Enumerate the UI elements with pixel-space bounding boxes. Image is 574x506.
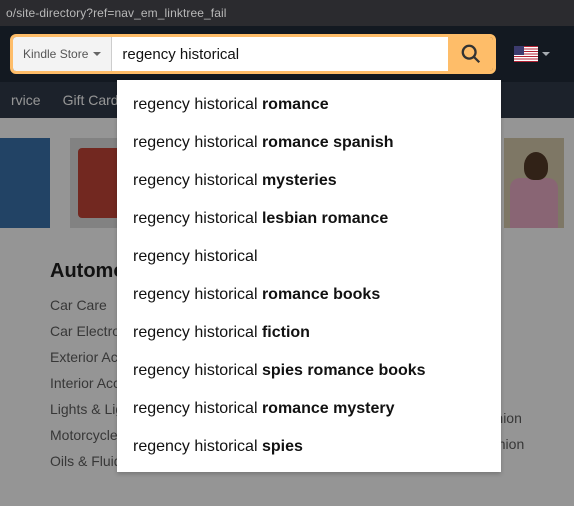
caret-down-icon: [542, 52, 550, 56]
search-department-dropdown[interactable]: Kindle Store: [13, 37, 112, 71]
search-suggestion[interactable]: regency historical spies: [117, 428, 501, 466]
search-input[interactable]: [112, 37, 448, 71]
caret-down-icon: [93, 52, 101, 56]
search-suggestion[interactable]: regency historical romance: [117, 86, 501, 124]
browser-address-bar[interactable]: o/site-directory?ref=nav_em_linktree_fai…: [0, 0, 574, 26]
search-suggestion[interactable]: regency historical romance mystery: [117, 390, 501, 428]
search-suggestion[interactable]: regency historical lesbian romance: [117, 200, 501, 238]
url-text: o/site-directory?ref=nav_em_linktree_fai…: [6, 6, 227, 20]
us-flag-icon: [514, 46, 538, 62]
search-suggestion[interactable]: regency historical romance books: [117, 276, 501, 314]
language-selector[interactable]: [514, 46, 550, 62]
search-suggestion[interactable]: regency historical: [117, 238, 501, 276]
search-bar: Kindle Store: [10, 34, 496, 74]
search-suggestion[interactable]: regency historical mysteries: [117, 162, 501, 200]
search-suggestion[interactable]: regency historical romance spanish: [117, 124, 501, 162]
search-button[interactable]: [448, 37, 493, 71]
search-department-label: Kindle Store: [23, 47, 88, 61]
search-suggestion[interactable]: regency historical fiction: [117, 314, 501, 352]
navbar: Kindle Store: [0, 26, 574, 82]
search-icon: [460, 43, 482, 65]
search-suggestion[interactable]: regency historical spies romance books: [117, 352, 501, 390]
search-suggestions-dropdown: regency historical romance regency histo…: [117, 80, 501, 472]
